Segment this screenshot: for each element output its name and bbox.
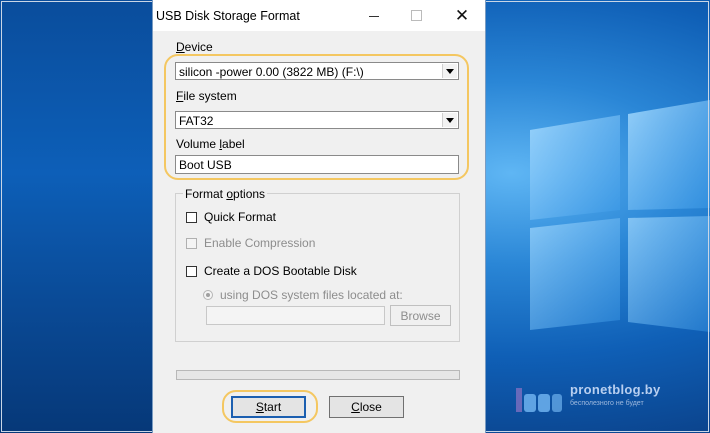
start-button[interactable]: Start bbox=[231, 396, 306, 418]
dos-path-input bbox=[206, 306, 385, 325]
browse-button: Browse bbox=[390, 305, 451, 326]
quick-format-checkbox[interactable] bbox=[186, 211, 197, 223]
watermark: pronetblog.by бесполезного не будет bbox=[514, 378, 704, 418]
dropdown-arrow[interactable] bbox=[442, 64, 457, 78]
close-window-button[interactable]: ✕ bbox=[439, 0, 485, 31]
device-label: Device bbox=[176, 40, 213, 54]
maximize-button bbox=[393, 0, 439, 31]
dos-bootable-checkbox[interactable] bbox=[186, 265, 197, 277]
dos-files-option: using DOS system files located at: bbox=[203, 288, 403, 302]
chevron-down-icon bbox=[446, 68, 454, 74]
minimize-icon bbox=[369, 15, 379, 17]
enable-compression-label: Enable Compression bbox=[204, 236, 316, 250]
minimize-button[interactable] bbox=[351, 0, 397, 31]
dropdown-arrow[interactable] bbox=[442, 113, 457, 127]
filesystem-dropdown[interactable]: FAT32 bbox=[175, 111, 459, 129]
watermark-logo-icon bbox=[516, 388, 562, 412]
dos-bootable-label: Create a DOS Bootable Disk bbox=[204, 264, 357, 278]
watermark-title: pronetblog.by bbox=[570, 382, 661, 397]
usb-format-dialog: USB Disk Storage Format ✕ Device silicon… bbox=[152, 0, 486, 433]
dos-files-radio bbox=[203, 290, 213, 300]
filesystem-value: FAT32 bbox=[179, 114, 214, 128]
chevron-down-icon bbox=[446, 117, 454, 123]
windows-logo-icon bbox=[530, 100, 710, 332]
maximize-icon bbox=[410, 10, 422, 21]
desktop-background-left bbox=[0, 0, 152, 433]
dos-files-label: using DOS system files located at: bbox=[220, 288, 403, 302]
volume-label-label: Volume label bbox=[176, 137, 245, 151]
close-icon: ✕ bbox=[454, 6, 470, 25]
progress-bar bbox=[176, 370, 460, 380]
filesystem-label: File system bbox=[176, 89, 237, 103]
window-title: USB Disk Storage Format bbox=[156, 9, 300, 23]
quick-format-option[interactable]: Quick Format bbox=[186, 210, 276, 224]
volume-label-input[interactable]: Boot USB bbox=[175, 155, 459, 174]
enable-compression-checkbox bbox=[186, 237, 197, 249]
format-options-title: Format options bbox=[183, 187, 268, 201]
watermark-subtitle: бесполезного не будет bbox=[570, 400, 644, 407]
title-bar[interactable]: USB Disk Storage Format ✕ bbox=[153, 0, 485, 31]
enable-compression-option: Enable Compression bbox=[186, 236, 315, 250]
close-button[interactable]: Close bbox=[329, 396, 404, 418]
device-dropdown[interactable]: silicon -power 0.00 (3822 MB) (F:\) bbox=[175, 62, 459, 80]
dos-bootable-option[interactable]: Create a DOS Bootable Disk bbox=[186, 264, 357, 278]
quick-format-label: Quick Format bbox=[204, 210, 277, 224]
device-value: silicon -power 0.00 (3822 MB) (F:\) bbox=[179, 65, 364, 79]
